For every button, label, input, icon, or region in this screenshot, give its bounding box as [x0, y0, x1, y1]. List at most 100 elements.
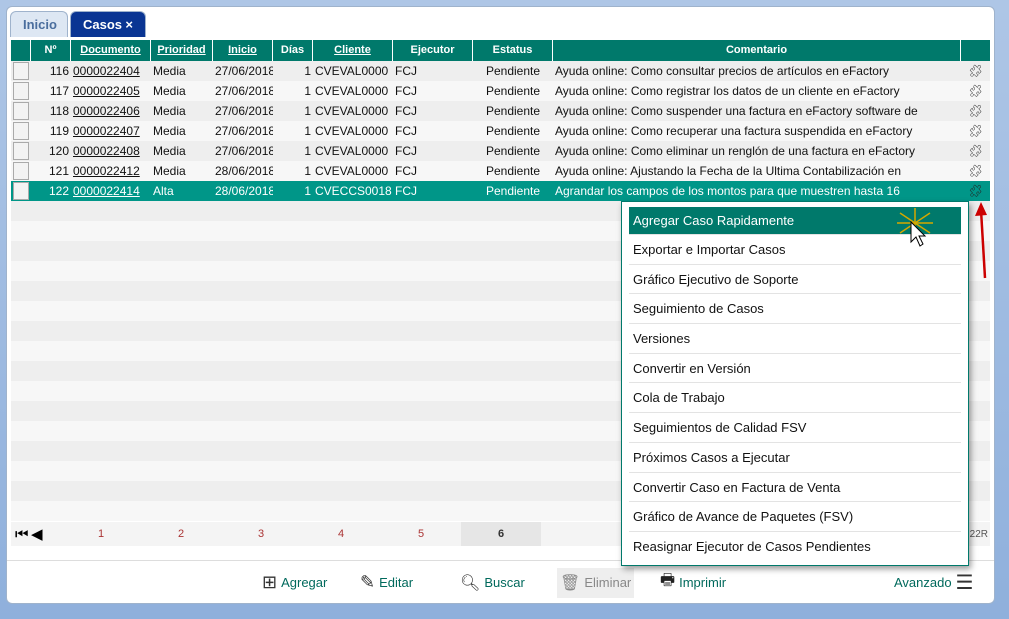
cell-documento-link[interactable]: 0000022406: [71, 101, 151, 121]
menu-item[interactable]: Cola de Trabajo: [629, 383, 961, 414]
cell-comentario: Ayuda online: Como recuperar una factura…: [555, 124, 913, 138]
cell-documento-link[interactable]: 0000022405: [71, 81, 151, 101]
cell-prioridad: Media: [153, 164, 186, 178]
page-4[interactable]: 4: [301, 522, 381, 546]
row-checkbox[interactable]: [11, 121, 31, 141]
trash-icon: 🗑︎: [560, 574, 581, 592]
row-checkbox[interactable]: [11, 61, 31, 81]
puzzle-icon[interactable]: 🧩︎: [961, 121, 990, 141]
table-row[interactable]: 118 0000022406 Media 27/06/2018 1 CVEVAL…: [11, 101, 990, 121]
tab-bar: Inicio Casos ×: [10, 11, 146, 37]
col-ejecutor: Ejecutor: [393, 40, 473, 61]
cell-comentario: Ayuda online: Ajustando la Fecha de la U…: [555, 164, 901, 178]
table-row[interactable]: 122 0000022414 Alta 28/06/2018 1 CVECCS0…: [11, 181, 990, 201]
pager-info: 22R: [969, 528, 988, 540]
table-row[interactable]: 116 0000022404 Media 27/06/2018 1 CVEVAL…: [11, 61, 990, 81]
cell-documento-link[interactable]: 0000022412: [71, 161, 151, 181]
printer-icon: 🖶: [660, 572, 676, 589]
cell-dias: 1: [304, 164, 311, 178]
cell-cliente: CVEVAL0000: [315, 144, 389, 158]
puzzle-icon[interactable]: 🧩︎: [961, 61, 990, 81]
row-checkbox[interactable]: [11, 161, 31, 181]
puzzle-icon[interactable]: 🧩︎: [961, 101, 990, 121]
cell-inicio: 28/06/2018: [215, 164, 273, 178]
col-inicio[interactable]: Inicio: [213, 40, 273, 61]
cell-estatus: Pendiente: [485, 84, 541, 98]
row-checkbox[interactable]: [11, 81, 31, 101]
cell-dias: 1: [304, 64, 311, 78]
cell-cliente: CVEVAL0000: [315, 64, 389, 78]
menu-icon: ☰: [955, 572, 974, 594]
puzzle-icon[interactable]: 🧩︎: [961, 81, 990, 101]
close-icon[interactable]: ×: [125, 12, 133, 37]
cell-documento-link[interactable]: 0000022414: [71, 181, 151, 201]
row-checkbox[interactable]: [11, 141, 31, 161]
puzzle-icon[interactable]: 🧩︎: [961, 141, 990, 161]
editar-label: Editar: [379, 575, 414, 590]
cell-inicio: 27/06/2018: [215, 64, 273, 78]
prev-page-icon[interactable]: ◀: [31, 525, 61, 543]
cell-comentario: Ayuda online: Como suspender una factura…: [555, 104, 918, 118]
page-6[interactable]: 6: [461, 522, 541, 546]
cell-documento-link[interactable]: 0000022404: [71, 61, 151, 81]
cell-estatus: Pendiente: [485, 64, 541, 78]
add-icon: ⊞: [262, 572, 278, 592]
col-estatus: Estatus: [473, 40, 553, 61]
table-row[interactable]: 117 0000022405 Media 27/06/2018 1 CVEVAL…: [11, 81, 990, 101]
menu-item[interactable]: Próximos Casos a Ejecutar: [629, 443, 961, 473]
cell-cliente: CVEVAL0000: [315, 124, 389, 138]
menu-item[interactable]: Reasignar Ejecutor de Casos Pendientes: [629, 532, 961, 562]
cell-ejecutor: FCJ: [395, 104, 417, 118]
buscar-button[interactable]: 🔍︎ Buscar: [457, 568, 528, 598]
menu-item[interactable]: Convertir en Versión: [629, 354, 961, 384]
menu-item[interactable]: Seguimientos de Calidad FSV: [629, 413, 961, 443]
cell-dias: 1: [304, 84, 311, 98]
col-prioridad[interactable]: Prioridad: [151, 40, 213, 61]
cell-documento-link[interactable]: 0000022408: [71, 141, 151, 161]
tab-casos[interactable]: Casos ×: [70, 11, 146, 37]
cell-prioridad: Media: [153, 144, 186, 158]
first-page-icon[interactable]: ⏮: [11, 526, 31, 543]
col-documento[interactable]: Documento: [71, 40, 151, 61]
cell-inicio: 27/06/2018: [215, 144, 273, 158]
table-row[interactable]: 121 0000022412 Media 28/06/2018 1 CVEVAL…: [11, 161, 990, 181]
puzzle-icon[interactable]: 🧩︎: [961, 161, 990, 181]
tab-casos-label: Casos: [83, 17, 123, 32]
menu-item[interactable]: Gráfico de Avance de Paquetes (FSV): [629, 502, 961, 532]
cell-ejecutor: FCJ: [395, 164, 417, 178]
cell-estatus: Pendiente: [485, 164, 541, 178]
cell-estatus: Pendiente: [485, 104, 541, 118]
menu-item[interactable]: Gráfico Ejecutivo de Soporte: [629, 265, 961, 295]
col-cliente[interactable]: Cliente: [313, 40, 393, 61]
cell-inicio: 28/06/2018: [215, 184, 273, 198]
row-checkbox[interactable]: [11, 181, 31, 201]
row-checkbox[interactable]: [11, 101, 31, 121]
cell-ejecutor: FCJ: [395, 84, 417, 98]
page-2[interactable]: 2: [141, 522, 221, 546]
eliminar-button[interactable]: 🗑︎ Eliminar: [557, 567, 635, 598]
cell-documento-link[interactable]: 0000022407: [71, 121, 151, 141]
avanzado-label: Avanzado: [894, 575, 952, 590]
table-row[interactable]: 120 0000022408 Media 27/06/2018 1 CVEVAL…: [11, 141, 990, 161]
avanzado-button[interactable]: Avanzado ☰: [891, 568, 977, 598]
agregar-button[interactable]: ⊞ Agregar: [259, 568, 330, 598]
col-dias: Días: [273, 40, 313, 61]
cell-estatus: Pendiente: [485, 184, 541, 198]
editar-button[interactable]: ✎ Editar: [357, 568, 416, 598]
menu-item[interactable]: Convertir Caso en Factura de Venta: [629, 473, 961, 503]
menu-item[interactable]: Seguimiento de Casos: [629, 294, 961, 325]
page-1[interactable]: 1: [61, 522, 141, 546]
cell-dias: 1: [304, 104, 311, 118]
cell-cliente: CVEVAL0000: [315, 84, 389, 98]
menu-item[interactable]: Versiones: [629, 324, 961, 354]
tab-inicio[interactable]: Inicio: [10, 11, 68, 37]
cell-estatus: Pendiente: [485, 144, 541, 158]
table-row[interactable]: 119 0000022407 Media 27/06/2018 1 CVEVAL…: [11, 121, 990, 141]
col-numero: Nº: [31, 40, 71, 61]
page-3[interactable]: 3: [221, 522, 301, 546]
cell-prioridad: Media: [153, 124, 186, 138]
imprimir-button[interactable]: 🖶 Imprimir: [657, 568, 729, 598]
puzzle-icon[interactable]: 🧩︎: [961, 181, 990, 201]
page-5[interactable]: 5: [381, 522, 461, 546]
cell-prioridad: Media: [153, 84, 186, 98]
